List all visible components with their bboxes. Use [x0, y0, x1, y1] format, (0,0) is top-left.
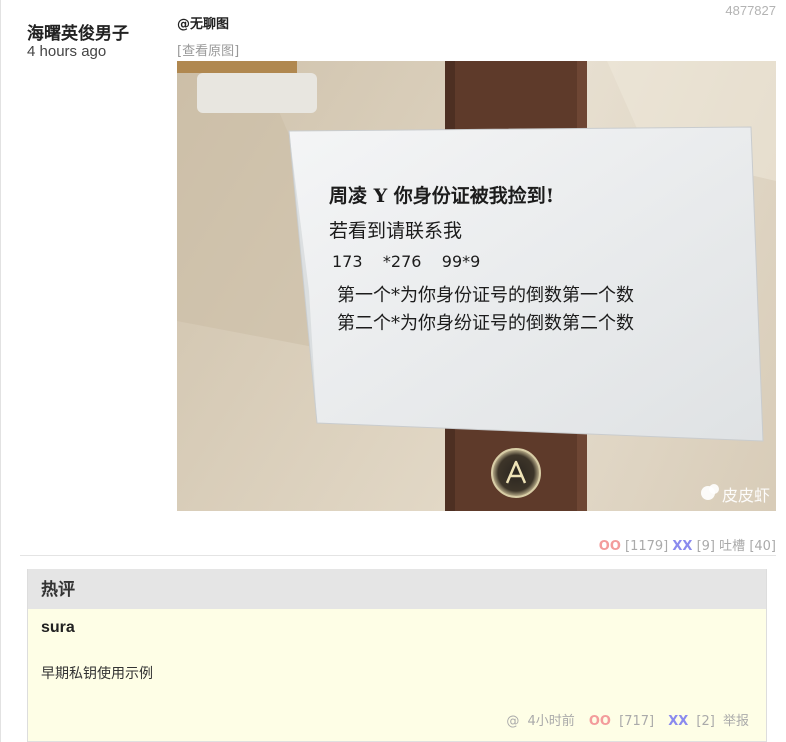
- note-line-4: 第一个*为你身份证号的倒数第一个数: [337, 285, 634, 306]
- comment-xx-count: [2]: [696, 714, 715, 729]
- note-line-1: 周凌 Y 你身份证被我捡到!: [329, 184, 554, 207]
- comment-author[interactable]: sura: [41, 619, 75, 637]
- comment-oo-count: [717]: [619, 714, 655, 729]
- post-image[interactable]: 周凌 Y 你身份证被我捡到! 若看到请联系我 173 *276 99*9 第一个…: [177, 61, 776, 511]
- note-line-5: 第二个*为你身纷证号的倒数第二个数: [337, 313, 634, 334]
- watermark-text: 皮皮虾: [722, 486, 770, 505]
- post-category[interactable]: @无聊图: [177, 13, 229, 32]
- comment-oo-button[interactable]: OO: [589, 714, 611, 729]
- comment-xx-button[interactable]: XX: [668, 714, 688, 729]
- xx-count: [9]: [696, 539, 716, 554]
- vote-bar: OO [1179] XX [9] 吐槽 [40]: [599, 535, 776, 554]
- divider: [20, 555, 776, 556]
- oo-count: [1179]: [625, 539, 669, 554]
- comment-at-link[interactable]: @: [506, 714, 519, 729]
- tucao-link[interactable]: 吐槽: [719, 539, 745, 554]
- post-time: 4 hours ago: [27, 43, 107, 60]
- post-id[interactable]: 4877827: [725, 3, 776, 18]
- note-line-2: 若看到请联系我: [329, 220, 462, 242]
- xx-button[interactable]: XX: [672, 539, 692, 554]
- left-border: [0, 0, 1, 742]
- hot-comments-title: 热评: [28, 569, 766, 609]
- tucao-count: [40]: [749, 539, 776, 554]
- comment-text: 早期私钥使用示例: [41, 666, 153, 682]
- comment-time: 4小时前: [527, 714, 575, 729]
- note-line-3: 173 *276 99*9: [332, 252, 480, 271]
- hot-comments-panel: 热评 sura 早期私钥使用示例 @ 4小时前 OO [717] XX [2] …: [27, 569, 767, 742]
- oo-button[interactable]: OO: [599, 539, 621, 554]
- comment-report-link[interactable]: 举报: [723, 714, 749, 729]
- view-original-link[interactable]: [查看原图]: [177, 40, 239, 59]
- comment-footer: @ 4小时前 OO [717] XX [2] 举报: [502, 710, 749, 729]
- post-author[interactable]: 海曙英俊男子: [27, 19, 129, 44]
